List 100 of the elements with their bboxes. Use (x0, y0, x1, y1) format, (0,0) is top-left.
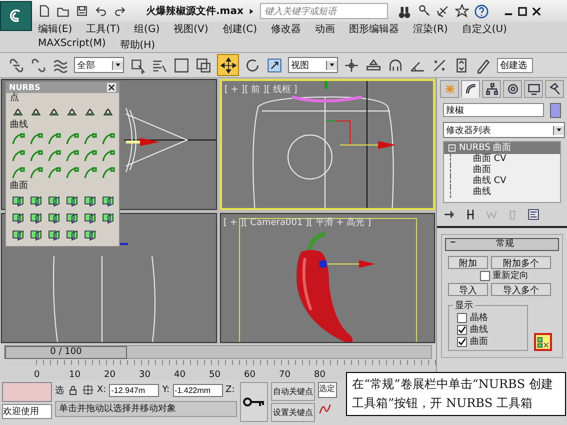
checkbox-label: 曲面 (470, 336, 488, 348)
x-coordinate-field[interactable]: -12.947m (109, 384, 160, 396)
caret-icon (115, 62, 121, 68)
link-icon[interactable] (8, 56, 25, 74)
modify-icon[interactable] (461, 80, 480, 98)
set-key-button[interactable] (240, 382, 268, 422)
hierarchy-icon[interactable] (482, 80, 501, 98)
window-crossing-icon[interactable] (195, 56, 212, 74)
menu-item[interactable]: 帮助(H) (120, 38, 156, 52)
timeline-tick-label: 0 (34, 370, 41, 380)
stack-subitem[interactable]: 曲线 (450, 187, 560, 198)
collapse-icon (450, 239, 456, 245)
timeline-tick-label: 20 (104, 370, 116, 380)
rotate-icon[interactable] (244, 56, 261, 74)
menu-item[interactable]: MAXScript(M) (38, 38, 106, 52)
expand-arrow-icon[interactable] (248, 8, 256, 14)
caret-icon (329, 62, 335, 68)
timeline-tick-label: 50 (209, 370, 222, 380)
key-icon[interactable] (417, 4, 432, 18)
object-color-swatch[interactable] (550, 103, 561, 118)
checkbox-label: 曲线 (470, 324, 488, 336)
search-field[interactable]: 键入关键字或短语 (260, 3, 388, 19)
timeline-tick-label: 60 (244, 370, 256, 380)
annotation-callout: 在“常规”卷展栏中单击“NURBS 创建工具箱”按钮，开 NURBS 工具箱 (346, 372, 566, 416)
rectangle-selection-icon[interactable] (173, 56, 190, 74)
x-label: X: (97, 385, 106, 395)
menu-item[interactable]: 图形编辑器 (349, 22, 400, 36)
menu-item[interactable]: 动画 (315, 22, 336, 36)
app-logo-icon[interactable] (0, 1, 32, 31)
menu-item[interactable]: 创建(C) (222, 22, 258, 36)
checkbox[interactable] (480, 271, 490, 281)
timeline-tick-label: 10 (69, 370, 82, 380)
maxscript-field[interactable]: 欢迎使用 (2, 404, 52, 419)
attach-button[interactable]: 附加 (448, 256, 488, 269)
viewport[interactable]: [ + ][ Camera001 ][ 平滑 + 高光 ] (220, 212, 435, 344)
selection-filter-dropdown[interactable]: 全部 (74, 57, 124, 73)
menu-item[interactable]: 自定义(U) (462, 22, 507, 36)
select-object-icon[interactable] (129, 56, 146, 74)
timeline-tick-label: 40 (174, 370, 186, 380)
stack-subitem[interactable]: 曲面 CV (450, 154, 560, 165)
viewport-label[interactable]: [ + ][ Camera001 ][ 平滑 + 高光 ] (224, 216, 372, 229)
scale-icon[interactable] (266, 56, 283, 74)
unlink-icon[interactable] (30, 56, 47, 74)
menu-item[interactable]: 视图(V) (174, 22, 208, 36)
lock-icon[interactable] (67, 384, 79, 396)
menu-item[interactable]: 工具(T) (86, 22, 120, 36)
import-button[interactable]: 导入多个 (491, 283, 551, 296)
edit-selection-icon[interactable] (475, 56, 492, 74)
stack-subitem[interactable]: 曲线 CV (450, 176, 560, 187)
collapse-icon[interactable] (448, 144, 456, 152)
maximize-icon[interactable] (518, 6, 528, 16)
close-icon[interactable] (107, 83, 116, 92)
checkbox[interactable] (457, 337, 467, 347)
crosshair-icon[interactable] (82, 384, 94, 396)
snap-icon[interactable] (387, 56, 404, 74)
key-icon (242, 396, 266, 408)
close-icon[interactable] (532, 6, 542, 16)
help-icon[interactable] (474, 4, 490, 18)
pivot-icon[interactable] (343, 56, 360, 74)
new-file-icon[interactable] (37, 4, 51, 18)
move-button[interactable] (217, 54, 239, 76)
menu-item[interactable]: 渲染(R) (413, 22, 448, 36)
time-slider-thumb[interactable]: 0 / 100 (5, 346, 127, 360)
configure-sets-icon[interactable] (527, 208, 540, 221)
star-icon[interactable] (455, 4, 470, 18)
auto-key-button[interactable]: 自动关键点 (271, 382, 315, 401)
maxscript-listener-swatch[interactable] (2, 382, 52, 402)
motion-icon[interactable] (503, 80, 522, 98)
checkbox-label: 晶格 (470, 312, 488, 324)
set-key-mode-button[interactable]: 设置关键点 (271, 403, 315, 422)
viewport[interactable]: [ + ][ 前 ][ 线框 ] (220, 79, 435, 210)
named-selection-field[interactable]: 创建选 (497, 58, 533, 72)
curve-editor-icon[interactable] (318, 402, 332, 416)
timeline-tick-label: 80 (314, 370, 326, 380)
viewport-label[interactable]: [ + ][ 前 ][ 线框 ] (224, 83, 298, 96)
modifier-list-dropdown[interactable]: 修改器列表 (443, 122, 565, 138)
menu-item[interactable]: 组(G) (134, 22, 160, 36)
group-title: 显示 (454, 300, 474, 312)
checkbox-label: 重新定向 (492, 270, 528, 282)
attach-button[interactable]: 附加多个 (491, 256, 551, 269)
stack-subitem[interactable]: 曲面 (450, 165, 560, 176)
object-name-field[interactable]: 辣椒 (443, 103, 544, 117)
key-filter-dropdown[interactable]: 选定 (318, 382, 337, 398)
manipulate-icon[interactable] (365, 56, 382, 74)
checkbox[interactable] (457, 313, 467, 323)
menu-item[interactable]: 编辑(E) (38, 22, 72, 36)
toolbox-button[interactable] (534, 333, 552, 351)
import-button[interactable]: 导入 (448, 283, 488, 296)
checkbox[interactable] (457, 325, 467, 335)
stack-item[interactable]: NURBS 曲面 (444, 142, 560, 154)
reference-coordinate-dropdown[interactable]: 视图 (288, 57, 338, 73)
z-label: Z: (226, 385, 235, 395)
y-label: Y: (162, 385, 170, 395)
y-coordinate-field[interactable]: -1.422mm (172, 384, 223, 396)
rollout-header[interactable]: 常规 (445, 238, 559, 251)
save-icon[interactable] (75, 4, 89, 18)
menu-item[interactable]: 修改器 (271, 22, 302, 36)
toolbox-title: NURBS (9, 83, 40, 92)
toolbox-section-label: 曲线 (9, 120, 29, 131)
display-icon[interactable] (524, 80, 543, 98)
